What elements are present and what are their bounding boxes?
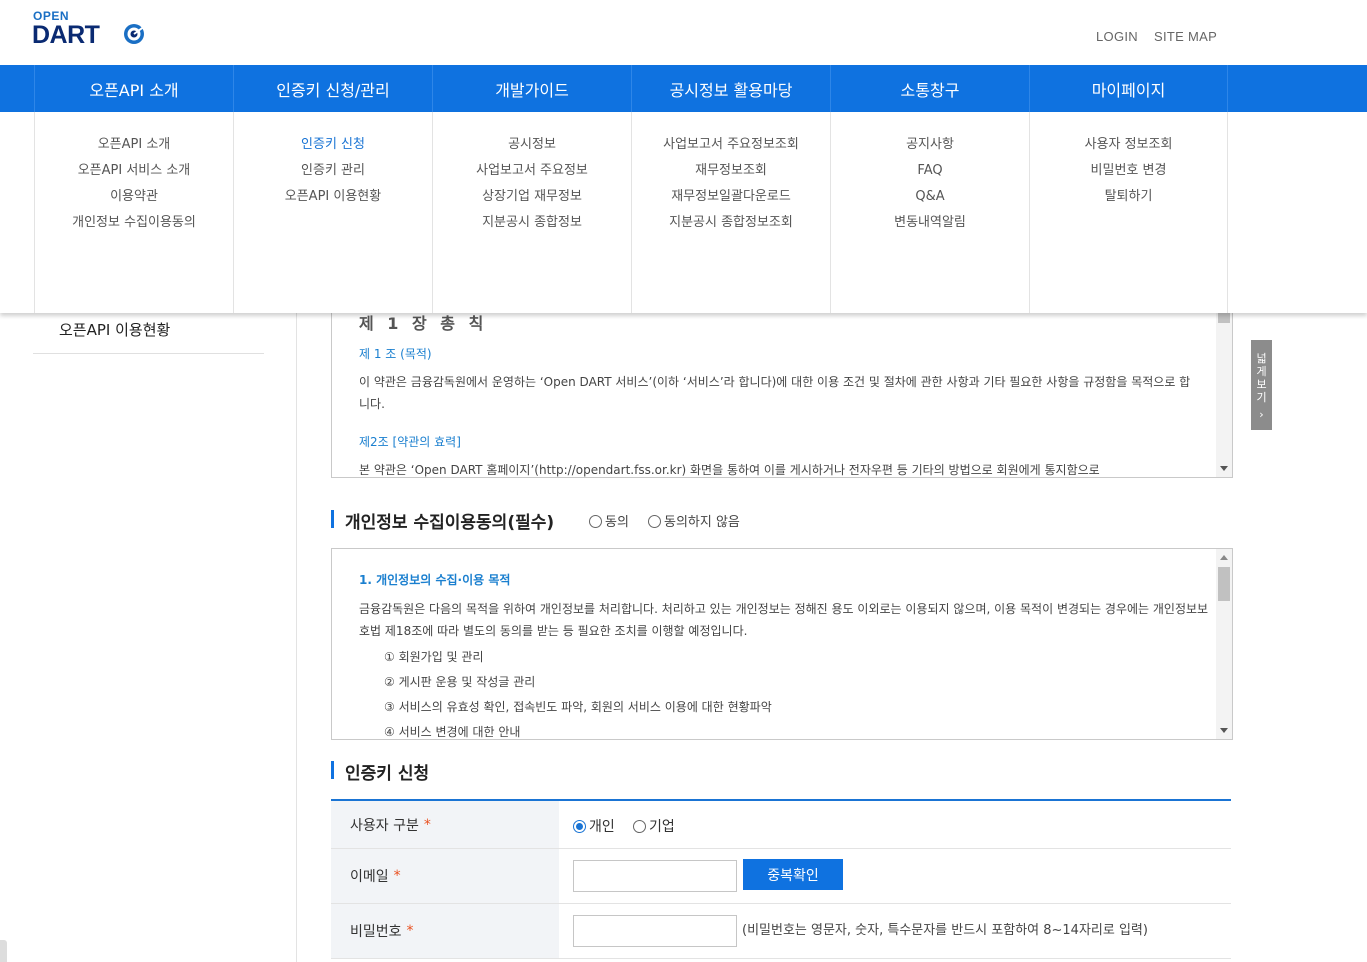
mega-col-key-manage: 인증키 신청 인증키 관리 오픈API 이용현황: [233, 112, 432, 313]
mega-col-dev-guide: 공시정보 사업보고서 주요정보 상장기업 재무정보 지분공시 종합정보: [432, 112, 631, 313]
privacy-disagree-radio[interactable]: [648, 515, 661, 528]
mega-item[interactable]: 오픈API 소개: [35, 135, 233, 161]
password-label: 비밀번호 *: [331, 904, 559, 958]
open-dart-logo[interactable]: OPEN DART: [32, 9, 152, 51]
user-type-personal-option[interactable]: 개인: [573, 816, 615, 836]
privacy-heading: 1. 개인정보의 수집·이용 목적: [359, 573, 511, 587]
gnb-communication[interactable]: 소통창구: [830, 65, 1029, 112]
form-row-user-type: 사용자 구분 * 개인 기업: [331, 801, 1231, 849]
duplicate-check-button[interactable]: 중복확인: [743, 859, 843, 890]
user-type-company-label: 기업: [649, 819, 675, 835]
mega-col-communication: 공지사항 FAQ Q&A 변동내역알림: [830, 112, 1029, 313]
terms-article1-title: 제 1 조 (목적): [359, 347, 432, 361]
privacy-item: ③ 서비스의 유효성 확인, 접속빈도 파악, 회원의 서비스 이용에 대한 현…: [384, 700, 772, 714]
user-type-company-option[interactable]: 기업: [633, 816, 675, 836]
privacy-box[interactable]: 1. 개인정보의 수집·이용 목적 금융감독원은 다음의 목적을 위하여 개인정…: [331, 548, 1233, 740]
privacy-item: ② 게시판 운용 및 작성글 관리: [384, 675, 536, 689]
privacy-scrollbar[interactable]: [1216, 549, 1232, 739]
privacy-item: ④ 서비스 변경에 대한 안내: [384, 725, 521, 739]
mega-item[interactable]: 개인정보 수집이용동의: [35, 213, 233, 239]
content-divider: [296, 313, 297, 962]
mega-item[interactable]: 탈퇴하기: [1030, 187, 1227, 213]
left-edge-handle: [0, 940, 7, 962]
privacy-disagree-label: 동의하지 않음: [664, 515, 740, 530]
mega-item[interactable]: 인증키 관리: [234, 161, 432, 187]
mega-item[interactable]: FAQ: [831, 161, 1029, 187]
logo-target-icon: [124, 24, 146, 44]
scroll-down-icon[interactable]: [1220, 728, 1228, 733]
user-type-personal-radio[interactable]: [573, 820, 586, 833]
mega-item[interactable]: 공지사항: [831, 135, 1029, 161]
mega-col-disclosure-use: 사업보고서 주요정보조회 재무정보조회 재무정보일괄다운로드 지분공시 종합정보…: [631, 112, 830, 313]
mega-col-openapi-intro: 오픈API 소개 오픈API 서비스 소개 이용약관 개인정보 수집이용동의: [34, 112, 233, 313]
terms-article2-body: 본 약관은 ‘Open DART 홈페이지’(http://opendart.f…: [359, 463, 1100, 477]
gnb-dev-guide[interactable]: 개발가이드: [432, 65, 631, 112]
user-type-company-radio[interactable]: [633, 820, 646, 833]
terms-box[interactable]: 제 1 장 총 칙 제 1 조 (목적) 이 약관은 금융감독원에서 운영하는 …: [331, 290, 1233, 478]
mega-item-active[interactable]: 인증키 신청: [234, 135, 432, 161]
mega-col-mypage: 사용자 정보조회 비밀번호 변경 탈퇴하기: [1029, 112, 1228, 313]
mega-item[interactable]: 재무정보일괄다운로드: [632, 187, 830, 213]
scroll-down-icon[interactable]: [1220, 466, 1228, 471]
privacy-agree-label: 동의: [605, 515, 629, 530]
mega-item[interactable]: 상장기업 재무정보: [433, 187, 631, 213]
logo-dart-text: DART: [32, 21, 100, 49]
lnb-divider: [33, 353, 264, 354]
gnb-openapi-intro[interactable]: 오픈API 소개: [34, 65, 233, 112]
mega-item[interactable]: 지분공시 종합정보조회: [632, 213, 830, 239]
global-nav: 오픈API 소개 인증키 신청/관리 개발가이드 공시정보 활용마당 소통창구 …: [0, 65, 1367, 112]
password-hint: (비밀번호는 영문자, 숫자, 특수문자를 반드시 포함하여 8~14자리로 입…: [742, 923, 1148, 938]
wide-view-label: 넓게보기: [1256, 352, 1267, 404]
chevron-right-icon: ›: [1259, 408, 1264, 421]
mega-item[interactable]: 변동내역알림: [831, 213, 1029, 239]
privacy-item: ① 회원가입 및 관리: [384, 650, 484, 664]
site-header: OPEN DART LOGIN SITE MAP: [0, 0, 1367, 65]
mega-item[interactable]: 사용자 정보조회: [1030, 135, 1227, 161]
privacy-section-title: 개인정보 수집이용동의(필수): [331, 508, 554, 533]
mega-item[interactable]: 사업보고서 주요정보조회: [632, 135, 830, 161]
gnb-key-manage[interactable]: 인증키 신청/관리: [233, 65, 432, 112]
email-input[interactable]: [573, 860, 737, 892]
gnb-mypage[interactable]: 마이페이지: [1029, 65, 1228, 112]
form-row-password: 비밀번호 * (비밀번호는 영문자, 숫자, 특수문자를 반드시 포함하여 8~1…: [331, 904, 1231, 959]
scroll-up-icon[interactable]: [1220, 555, 1228, 560]
terms-scrollbar[interactable]: [1216, 291, 1232, 477]
mega-item[interactable]: 오픈API 이용현황: [234, 187, 432, 213]
mega-item[interactable]: Q&A: [831, 187, 1029, 213]
mega-menu: 오픈API 소개 오픈API 서비스 소개 이용약관 개인정보 수집이용동의 인…: [0, 112, 1367, 313]
mega-item[interactable]: 공시정보: [433, 135, 631, 161]
terms-article1-body: 이 약관은 금융감독원에서 운영하는 ‘Open DART 서비스’(이하 ‘서…: [359, 375, 1191, 411]
user-type-personal-label: 개인: [589, 819, 615, 835]
mega-item[interactable]: 비밀번호 변경: [1030, 161, 1227, 187]
privacy-agree-radio[interactable]: [589, 515, 602, 528]
gnb-disclosure-use[interactable]: 공시정보 활용마당: [631, 65, 830, 112]
mega-item[interactable]: 사업보고서 주요정보: [433, 161, 631, 187]
privacy-body: 금융감독원은 다음의 목적을 위하여 개인정보를 처리합니다. 처리하고 있는 …: [359, 602, 1209, 638]
terms-chapter-title: 제 1 장 총 칙: [359, 314, 488, 333]
mega-item[interactable]: 재무정보조회: [632, 161, 830, 187]
mega-item[interactable]: 오픈API 서비스 소개: [35, 161, 233, 187]
user-type-label: 사용자 구분 *: [331, 801, 559, 848]
terms-article2-title: 제2조 [약관의 효력]: [359, 435, 461, 449]
privacy-agree-option[interactable]: 동의: [589, 511, 629, 530]
login-link[interactable]: LOGIN: [1096, 29, 1138, 44]
wide-view-tab[interactable]: 넓게보기 ›: [1251, 340, 1272, 430]
apply-section-title: 인증키 신청: [331, 759, 429, 784]
password-input[interactable]: [573, 915, 737, 947]
email-label: 이메일 *: [331, 849, 559, 903]
privacy-disagree-option[interactable]: 동의하지 않음: [648, 511, 740, 530]
privacy-scroll-thumb[interactable]: [1218, 567, 1230, 601]
form-row-email: 이메일 * 중복확인: [331, 849, 1231, 904]
sitemap-link[interactable]: SITE MAP: [1154, 29, 1217, 44]
mega-item[interactable]: 이용약관: [35, 187, 233, 213]
mega-item[interactable]: 지분공시 종합정보: [433, 213, 631, 239]
lnb-current-item[interactable]: 오픈API 이용현황: [59, 319, 170, 340]
